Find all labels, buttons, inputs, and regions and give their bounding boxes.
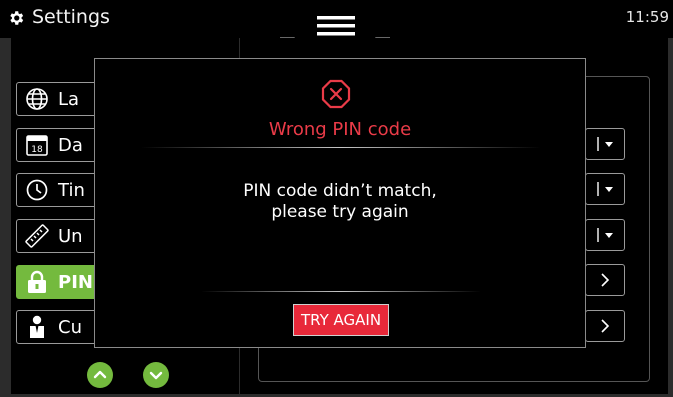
gear-icon <box>10 11 24 25</box>
sidebar-item-label: Da <box>58 134 83 156</box>
divider <box>201 291 481 292</box>
calendar-icon: 18 <box>24 132 50 158</box>
scroll-up-button[interactable] <box>87 362 113 388</box>
sidebar-item-label: PIN <box>58 271 93 293</box>
scroll-down-button[interactable] <box>143 362 169 388</box>
dropdown-icon <box>597 228 613 242</box>
chevron-up-icon <box>93 370 107 379</box>
chevron-right-icon <box>601 273 610 287</box>
clock: 11:59 <box>625 8 669 26</box>
dropdown-button[interactable] <box>585 128 625 160</box>
dialog-message-line: please try again <box>271 202 409 222</box>
person-icon <box>24 314 50 340</box>
clock-icon <box>24 177 50 203</box>
sidebar-item-label: La <box>58 88 80 110</box>
divider <box>141 147 541 148</box>
chevron-down-icon <box>149 371 163 380</box>
navigate-button[interactable] <box>585 310 625 342</box>
error-octagon-icon <box>321 79 351 109</box>
globe-icon <box>24 86 50 112</box>
dialog-message-line: PIN code didn’t match, <box>243 181 437 201</box>
page-title: Settings <box>32 6 110 28</box>
sidebar-item-label: Cu <box>58 316 82 338</box>
svg-text:18: 18 <box>31 145 43 155</box>
try-again-button[interactable]: TRY AGAIN <box>293 304 389 336</box>
lock-icon <box>24 269 50 295</box>
dropdown-icon <box>597 137 613 151</box>
dropdown-button[interactable] <box>585 219 625 251</box>
error-dialog: Wrong PIN code PIN code didn’t match, pl… <box>94 58 586 348</box>
hamburger-menu-icon[interactable] <box>315 10 357 40</box>
dropdown-icon <box>597 182 613 196</box>
sidebar-item-label: Un <box>58 225 83 247</box>
dialog-message: PIN code didn’t match, please try again <box>95 181 585 223</box>
sidebar-item-label: Tin <box>58 179 85 201</box>
ruler-icon <box>24 223 50 249</box>
dialog-title: Wrong PIN code <box>268 119 412 140</box>
chevron-right-icon <box>601 319 610 333</box>
dropdown-button[interactable] <box>585 173 625 205</box>
navigate-button[interactable] <box>585 264 625 296</box>
